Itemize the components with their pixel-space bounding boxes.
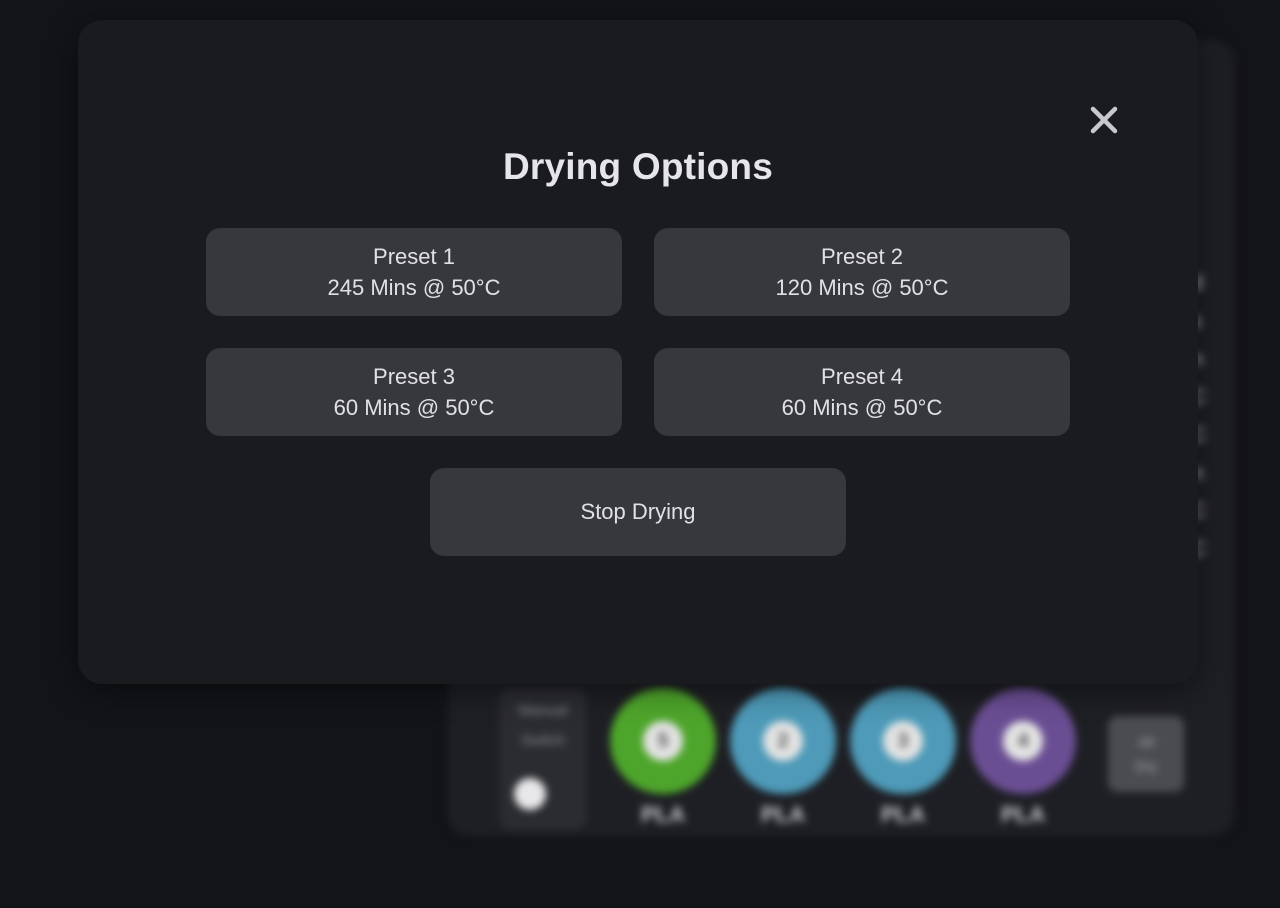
- spool-slot-1[interactable]: 5: [610, 688, 716, 794]
- spool-number: 2: [763, 721, 803, 761]
- stop-drying-button[interactable]: Stop Drying: [430, 468, 846, 556]
- preset-detail: 60 Mins @ 50°C: [781, 395, 943, 420]
- preset-3-button[interactable]: Preset 3 60 Mins @ 50°C: [206, 348, 622, 436]
- toggle-knob[interactable]: [514, 778, 546, 810]
- stop-drying-label: Stop Drying: [580, 499, 696, 524]
- spool-material: PLA: [641, 802, 685, 827]
- manual-switch[interactable]: Manual Switch: [500, 688, 586, 830]
- preset-1-button[interactable]: Preset 1 245 Mins @ 50°C: [206, 228, 622, 316]
- dry-all-label: All: [1138, 734, 1154, 750]
- dry-all-button[interactable]: All Dry: [1108, 716, 1184, 792]
- preset-detail: 120 Mins @ 50°C: [775, 275, 949, 300]
- manual-switch-label-2: Switch: [520, 732, 566, 749]
- dry-all-label-2: Dry: [1135, 758, 1157, 774]
- drying-options-dialog: Drying Options Preset 1 245 Mins @ 50°C …: [78, 20, 1198, 684]
- preset-detail: 60 Mins @ 50°C: [333, 395, 495, 420]
- close-button[interactable]: [1084, 100, 1124, 140]
- spool-slot-3[interactable]: 3: [850, 688, 956, 794]
- manual-switch-label: Manual: [518, 702, 568, 719]
- preset-name: Preset 3: [373, 364, 455, 389]
- preset-4-button[interactable]: Preset 4 60 Mins @ 50°C: [654, 348, 1070, 436]
- spool-number: 3: [883, 721, 923, 761]
- spool-material: PLA: [761, 802, 805, 827]
- spool-slot-2[interactable]: 2: [730, 688, 836, 794]
- spool-material: PLA: [881, 802, 925, 827]
- preset-2-button[interactable]: Preset 2 120 Mins @ 50°C: [654, 228, 1070, 316]
- close-icon: [1090, 106, 1118, 134]
- dialog-title: Drying Options: [502, 146, 774, 187]
- spool-number: 5: [643, 721, 683, 761]
- preset-name: Preset 2: [821, 244, 903, 269]
- spool-slot-4[interactable]: 4: [970, 688, 1076, 794]
- app-screen: d s n C C n C C Manual Switch 5 PLA 2 PL…: [0, 0, 1280, 908]
- spool-material: PLA: [1001, 802, 1045, 827]
- preset-name: Preset 4: [821, 364, 903, 389]
- spool-number: 4: [1003, 721, 1043, 761]
- preset-detail: 245 Mins @ 50°C: [327, 275, 501, 300]
- preset-name: Preset 1: [373, 244, 455, 269]
